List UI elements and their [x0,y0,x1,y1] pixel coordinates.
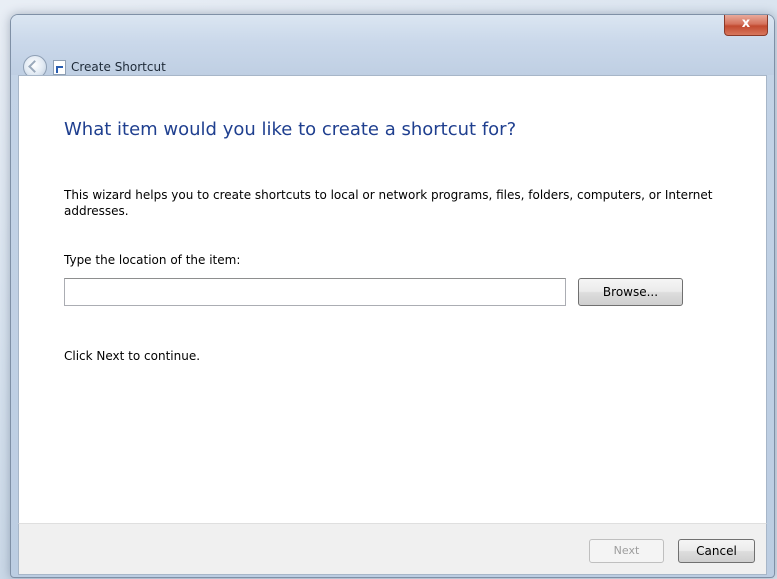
location-label: Type the location of the item: [64,253,241,267]
title-bar: x Create Shortcut [11,15,774,79]
location-input[interactable] [64,278,566,306]
button-bar: Next Cancel [18,523,767,575]
create-shortcut-window: x Create Shortcut What item would you li… [10,14,775,578]
wizard-page: What item would you like to create a sho… [18,75,767,524]
next-button[interactable]: Next [589,539,664,563]
close-icon: x [741,16,751,31]
window-title: Create Shortcut [71,60,166,74]
shortcut-icon [53,60,66,75]
intro-text: This wizard helps you to create shortcut… [64,188,713,218]
cancel-button[interactable]: Cancel [678,539,755,563]
continue-hint: Click Next to continue. [64,349,201,363]
page-heading: What item would you like to create a sho… [64,119,517,140]
close-button[interactable]: x [724,15,768,36]
browse-button[interactable]: Browse... [578,278,683,306]
